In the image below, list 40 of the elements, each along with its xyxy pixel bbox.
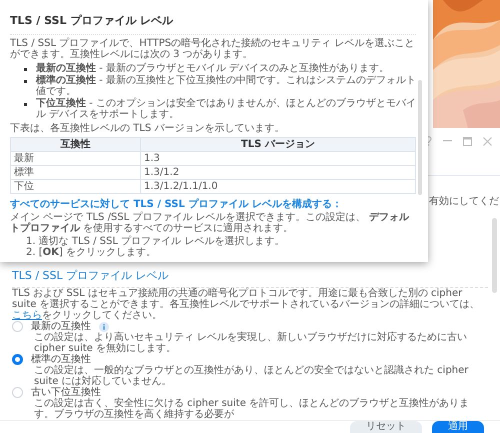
option-label[interactable]: 古い下位互換性 (31, 387, 101, 398)
minimize-icon[interactable] (443, 140, 452, 142)
setting-text: 有効にしてくだ (429, 196, 499, 208)
action-button[interactable]: リセット (350, 421, 422, 433)
table-cell: 1.3/1.2 (140, 166, 416, 180)
option-description: この設定は古く、安全性に欠ける cipher suite を許可し、ほとんどのブラウザと互換性があります。ブラウザの互換性を高く維持する必要が (34, 398, 470, 420)
column-header: TLS バージョン (140, 138, 416, 152)
help-link[interactable]: こちら (12, 310, 42, 321)
option-label[interactable]: 標準の互換性 (31, 354, 91, 365)
info-icon[interactable] (99, 322, 109, 332)
option-description: この設定は、一般的なブラウザとの互換性があり、ほとんどの安全ではないと認識された cipher suite には対応していません。 (34, 365, 470, 387)
intro-text: TLS / SSL プロファイルで、HTTPSの暗号化された接続のセキュリティ レベルを選ぶことができます。互換性レベルには次の 3 つがあります。 (10, 38, 416, 60)
scrollbar[interactable] (492, 218, 497, 293)
close-icon[interactable] (483, 136, 492, 146)
option-label[interactable]: 最新の互換性 (31, 321, 91, 332)
bullet-text: 標準の互換性 - 最新の互換性と下位互換性の中間です。これはシステムのデフォルト値です。 (36, 75, 416, 97)
bullet-text: 最新の互換性 - 最新のブラウザとモバイル デバイスのみと互換性があります。 (36, 63, 390, 74)
column-header: 互換性 (10, 138, 140, 152)
step-text: 2. [OK] をクリックします。 (26, 247, 157, 258)
action-button[interactable]: 適用 (432, 421, 484, 433)
table-cell: 下位 (10, 180, 140, 194)
step-text: 1. 適切な TLS / SSL プロファイル レベルを選択します。 (26, 236, 286, 247)
section-description: TLS および SSL はセキュア接続用の共通の暗号化プロトコルです。用途に最も合致した別の cipher suite を選択することができます。各互換性レベルでサポートされているバージョンの詳細については、 こちら をクリックしてください。 (12, 288, 481, 321)
table-cell: 標準 (10, 166, 140, 180)
bullet-icon (24, 68, 27, 71)
section-text: メイン ページで TLS /SSL プロファイル レベルを選択できます。この設定は、 デフォルトプロファイル を使用するすべてのサービスに適用されます。 (10, 212, 410, 234)
table-cell: 最新 (10, 152, 140, 166)
popup-title: TLS / SSL プロファイル レベル (10, 14, 174, 27)
radio-button[interactable] (12, 354, 23, 365)
table-cell: 1.3/1.2/1.1/1.0 (140, 180, 416, 194)
bullet-icon (24, 103, 27, 106)
option-description: この設定は、より高いセキュリティ レベルを実現し、新しいブラウザだけに対応するために古い cipher suite を無効にします。 (34, 332, 468, 354)
maximize-icon[interactable] (463, 136, 472, 146)
scrollbar[interactable] (418, 80, 422, 195)
section-title: TLS / SSL プロファイル レベル (12, 269, 169, 282)
table-caption: 下表は、各互換性レベルの TLS バージョンを示しています。 (10, 123, 286, 134)
table-cell: 1.3 (140, 152, 416, 166)
bullet-text: 下位互換性 - このオプションは安全ではありませんが、ほとんどのブラウザとモバイル デバイスをサポートします。 (36, 98, 416, 120)
section-heading: すべてのサービスに対して TLS / SSL プロファイル レベルを構成する： (10, 199, 343, 210)
bullet-icon (24, 80, 27, 83)
